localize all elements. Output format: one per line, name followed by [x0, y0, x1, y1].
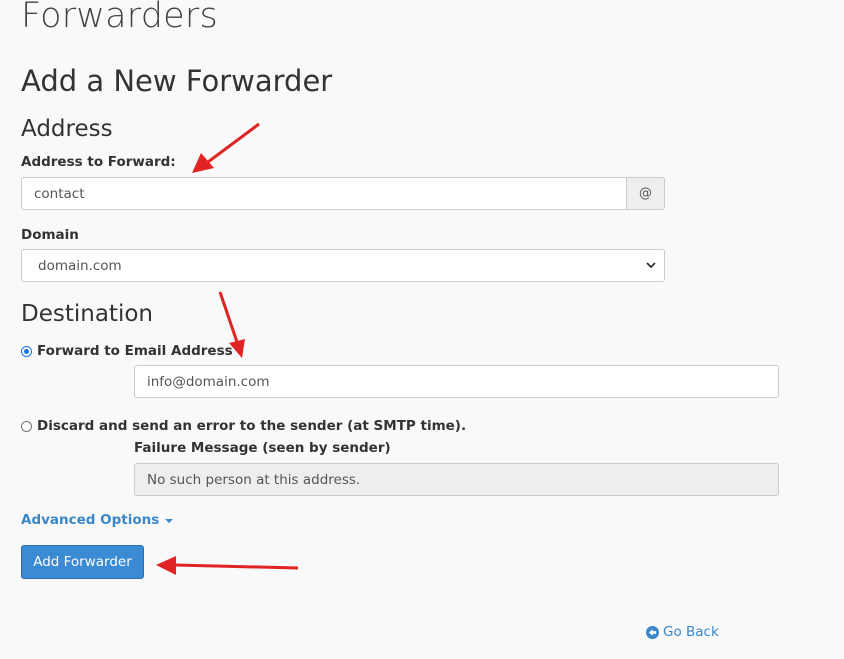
page-title: Forwarders	[21, 0, 218, 36]
caret-down-icon	[165, 519, 174, 523]
discard-label: Discard and send an error to the sender …	[37, 418, 467, 434]
at-symbol-addon: @	[627, 177, 665, 210]
forward-email-option[interactable]: Forward to Email Address	[21, 343, 233, 359]
annotation-arrow-button	[156, 556, 299, 575]
forward-email-radio[interactable]	[21, 345, 32, 357]
advanced-options-link[interactable]: Advanced Options	[21, 512, 174, 528]
chevron-down-icon	[646, 262, 656, 269]
discard-option[interactable]: Discard and send an error to the sender …	[21, 418, 466, 434]
advanced-options-label: Advanced Options	[21, 512, 160, 528]
address-input-group: @	[21, 177, 665, 210]
forward-email-input[interactable]	[134, 365, 779, 398]
failure-message-input[interactable]	[134, 463, 779, 496]
domain-select[interactable]: domain.com	[21, 249, 665, 282]
go-back-label: Go Back	[663, 624, 719, 640]
address-heading: Address	[21, 116, 113, 142]
discard-radio[interactable]	[21, 420, 32, 432]
circle-arrow-left-icon	[646, 625, 659, 639]
go-back-link[interactable]: Go Back	[646, 624, 719, 640]
domain-label: Domain	[21, 227, 79, 243]
forward-email-label: Forward to Email Address	[37, 343, 233, 359]
section-title: Add a New Forwarder	[21, 64, 333, 98]
failure-message-label: Failure Message (seen by sender)	[134, 440, 391, 456]
domain-selected-value: domain.com	[38, 257, 122, 274]
add-forwarder-button[interactable]: Add Forwarder	[21, 545, 144, 579]
destination-heading: Destination	[21, 301, 153, 327]
address-to-forward-input[interactable]	[21, 177, 627, 210]
annotation-arrow-address	[192, 122, 260, 173]
address-to-forward-label: Address to Forward:	[21, 154, 176, 170]
